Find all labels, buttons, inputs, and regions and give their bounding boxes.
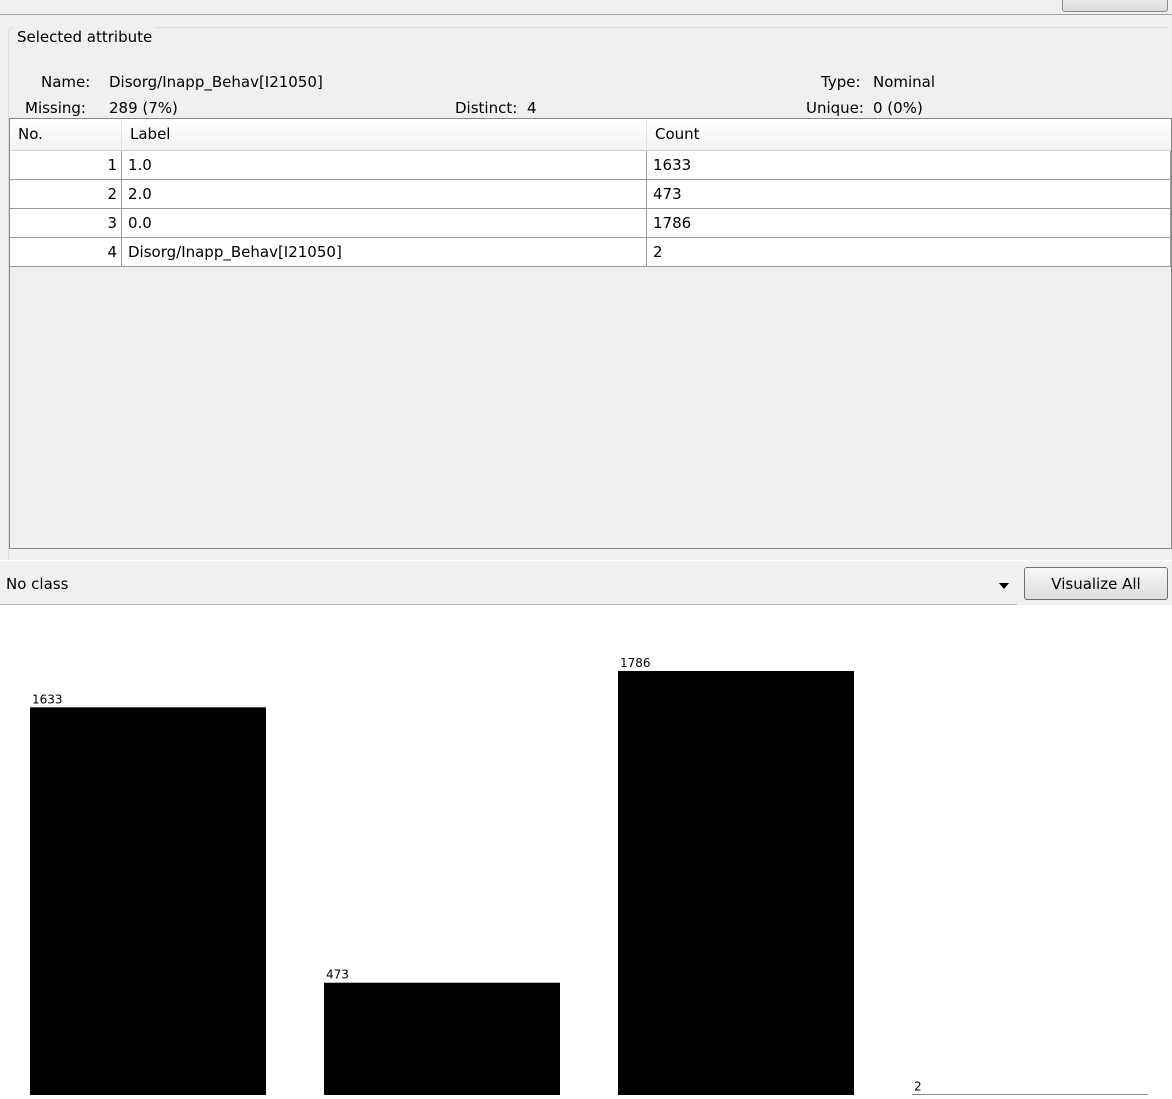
- cell-count: 1633: [647, 151, 1171, 180]
- unique-label: Unique:: [806, 98, 864, 118]
- type-label: Type:: [821, 72, 861, 92]
- partial-top-button[interactable]: [1062, 0, 1168, 12]
- histogram-chart: 1633 473 1786 2: [0, 605, 1172, 1095]
- cell-no: 2: [10, 180, 122, 209]
- distinct-value: 4: [527, 98, 537, 118]
- bar-value-label: 1786: [620, 656, 651, 670]
- table-row[interactable]: 2 2.0 473: [10, 180, 1171, 209]
- column-header-label[interactable]: Label: [122, 119, 647, 150]
- cell-no: 4: [10, 238, 122, 267]
- class-bar: No class Visualize All: [0, 560, 1172, 606]
- cell-label: 1.0: [122, 151, 647, 180]
- table-row[interactable]: 4 Disorg/Inapp_Behav[I21050] 2: [10, 238, 1171, 267]
- histogram-panel: 1633 473 1786 2: [0, 605, 1172, 1095]
- histogram-bar: [30, 707, 266, 1095]
- histogram-bar: [324, 983, 560, 1095]
- bar-value-label: 1633: [32, 692, 63, 706]
- cell-label: 0.0: [122, 209, 647, 238]
- class-dropdown[interactable]: No class: [0, 563, 1017, 605]
- bar-value-label: 2: [914, 1080, 922, 1094]
- cell-count: 1786: [647, 209, 1171, 238]
- cell-count: 473: [647, 180, 1171, 209]
- name-value: Disorg/Inapp_Behav[I21050]: [109, 72, 323, 92]
- cell-no: 3: [10, 209, 122, 238]
- table-row[interactable]: 1 1.0 1633: [10, 151, 1171, 180]
- missing-value: 289 (7%): [109, 98, 178, 118]
- attribute-panel: Selected attribute Name: Disorg/Inapp_Be…: [0, 15, 1172, 560]
- cell-label: 2.0: [122, 180, 647, 209]
- cell-count: 2: [647, 238, 1171, 267]
- chevron-down-icon[interactable]: [999, 583, 1009, 589]
- class-dropdown-value: No class: [6, 575, 68, 593]
- cell-no: 1: [10, 151, 122, 180]
- unique-value: 0 (0%): [873, 98, 923, 118]
- distinct-label: Distinct:: [455, 98, 517, 118]
- attribute-values-table: No. Label Count 1 1.0 1633 2 2.0 473 3 0…: [9, 118, 1172, 549]
- type-value: Nominal: [873, 72, 935, 92]
- visualize-all-button[interactable]: Visualize All: [1024, 567, 1168, 600]
- selected-attribute-legend: Selected attribute: [13, 27, 156, 47]
- table-row[interactable]: 3 0.0 1786: [10, 209, 1171, 238]
- table-header: No. Label Count: [10, 119, 1171, 151]
- column-header-no[interactable]: No.: [10, 119, 122, 150]
- top-toolbar-strip: [0, 0, 1172, 15]
- missing-label: Missing:: [25, 98, 86, 118]
- cell-label: Disorg/Inapp_Behav[I21050]: [122, 238, 647, 267]
- column-header-count[interactable]: Count: [647, 119, 1171, 150]
- histogram-bar: [618, 671, 854, 1095]
- name-label: Name:: [41, 72, 90, 92]
- bar-value-label: 473: [326, 968, 349, 982]
